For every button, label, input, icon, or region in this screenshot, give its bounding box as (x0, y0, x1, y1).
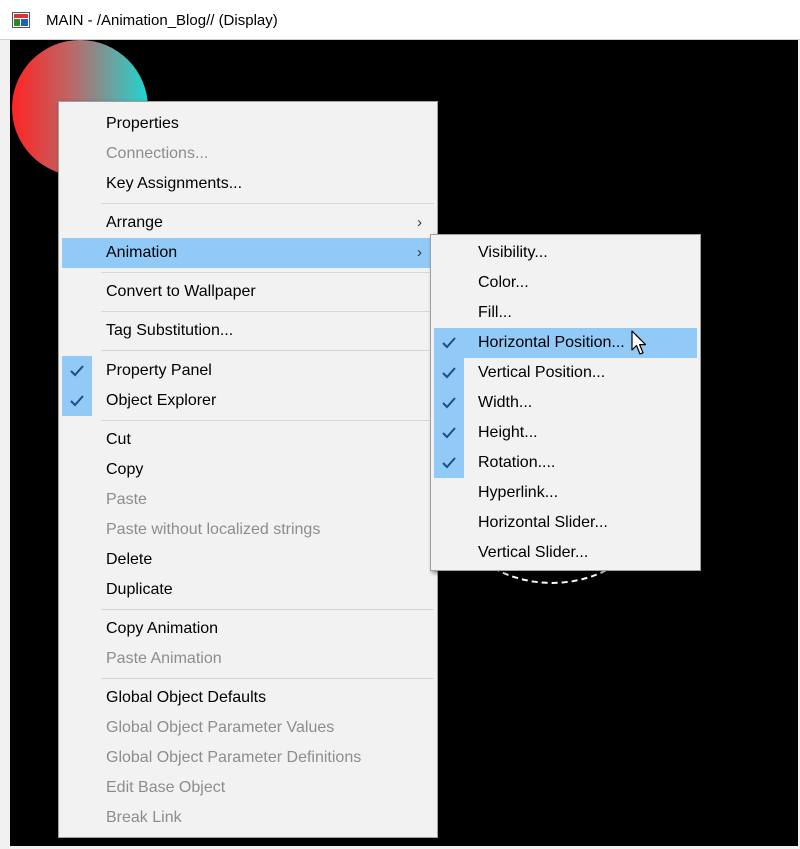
checkmark-icon (434, 448, 464, 478)
menu-separator (101, 420, 434, 421)
menu-item-paste-animation: Paste Animation (106, 650, 222, 667)
submenu-item-horizontal-slider[interactable]: Horizontal Slider... (434, 508, 697, 538)
submenu-item-vertical-slider[interactable]: Vertical Slider... (434, 538, 697, 568)
menu-separator (101, 678, 434, 679)
menu-item-tag-substitution[interactable]: Tag Substitution... (62, 316, 434, 346)
menu-item-global-object-defaults[interactable]: Global Object Defaults (62, 683, 434, 713)
menu-item-duplicate[interactable]: Duplicate (62, 575, 434, 605)
menu-item-copy[interactable]: Copy (62, 455, 434, 485)
menu-item-property-panel[interactable]: Property Panel (62, 356, 434, 386)
menu-separator (101, 609, 434, 610)
menu-separator (101, 311, 434, 312)
menu-item-paste: Paste (106, 491, 147, 508)
submenu-item-color[interactable]: Color... (434, 268, 697, 298)
menu-item-properties[interactable]: Properties (62, 109, 434, 139)
menu-item-paste-without-localized-strings: Paste without localized strings (106, 521, 321, 538)
menu-item-key-assignments[interactable]: Key Assignments... (62, 169, 434, 199)
menu-item-connections: Connections... (106, 145, 209, 162)
menu-item-break-link: Break Link (106, 809, 182, 826)
context-menu: Properties Connections... Key Assignment… (58, 101, 438, 838)
checkmark-icon (434, 358, 464, 388)
submenu-item-hyperlink[interactable]: Hyperlink... (434, 478, 697, 508)
animation-submenu: Visibility... Color... Fill... Horizonta… (430, 234, 701, 571)
submenu-item-rotation[interactable]: Rotation.... (434, 448, 697, 478)
submenu-item-visibility[interactable]: Visibility... (434, 238, 697, 268)
menu-item-object-explorer[interactable]: Object Explorer (62, 386, 434, 416)
menu-item-copy-animation[interactable]: Copy Animation (62, 614, 434, 644)
menu-separator (101, 272, 434, 273)
submenu-item-width[interactable]: Width... (434, 388, 697, 418)
chevron-right-icon: › (417, 244, 422, 261)
checkmark-icon (434, 388, 464, 418)
checkmark-icon (62, 356, 92, 386)
menu-item-convert-to-wallpaper[interactable]: Convert to Wallpaper (62, 277, 434, 307)
menu-item-edit-base-object: Edit Base Object (106, 779, 226, 796)
submenu-item-height[interactable]: Height... (434, 418, 697, 448)
menu-item-arrange[interactable]: Arrange › (62, 208, 434, 238)
menu-item-delete[interactable]: Delete (62, 545, 434, 575)
menu-item-cut[interactable]: Cut (62, 425, 434, 455)
chevron-right-icon: › (417, 214, 422, 231)
menu-item-animation[interactable]: Animation › (62, 238, 434, 268)
submenu-item-fill[interactable]: Fill... (434, 298, 697, 328)
mouse-pointer-icon (631, 330, 647, 361)
display-icon (12, 12, 30, 28)
checkmark-icon (434, 328, 464, 358)
submenu-item-vertical-position[interactable]: Vertical Position... (434, 358, 697, 388)
menu-item-global-object-parameter-values: Global Object Parameter Values (106, 719, 335, 736)
menu-separator (101, 203, 434, 204)
menu-separator (101, 350, 434, 351)
checkmark-icon (434, 418, 464, 448)
window-title: MAIN - /Animation_Blog// (Display) (46, 12, 278, 29)
submenu-item-horizontal-position[interactable]: Horizontal Position... (434, 328, 697, 358)
checkmark-icon (62, 386, 92, 416)
title-bar: MAIN - /Animation_Blog// (Display) (0, 0, 800, 40)
menu-item-global-object-parameter-definitions: Global Object Parameter Definitions (106, 749, 362, 766)
